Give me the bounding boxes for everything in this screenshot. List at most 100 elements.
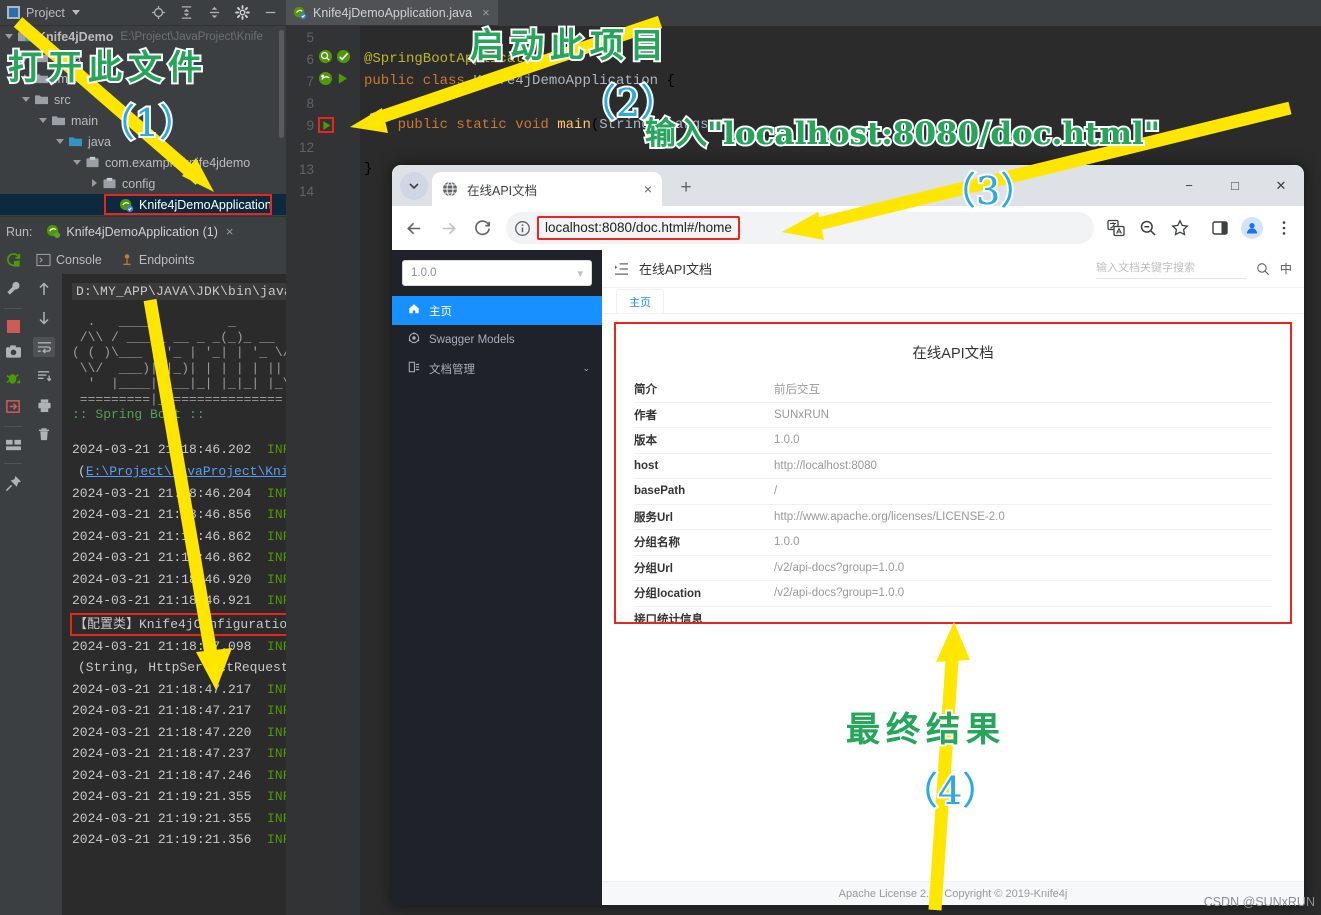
chevron-right-icon[interactable] xyxy=(89,178,100,189)
close-icon[interactable]: × xyxy=(226,224,234,239)
reload-button[interactable] xyxy=(466,212,498,244)
gutter-icons[interactable] xyxy=(314,117,360,133)
close-button[interactable]: ✕ xyxy=(1258,165,1304,206)
expand-all-icon[interactable] xyxy=(179,5,194,20)
api-info-label: 简介 xyxy=(634,384,657,397)
tab-console[interactable]: Console xyxy=(36,253,102,267)
run-icon[interactable] xyxy=(336,72,349,90)
chevron-down-icon[interactable] xyxy=(55,136,66,147)
gutter-line-5[interactable]: 5 xyxy=(286,26,360,48)
chevron-down-icon[interactable] xyxy=(4,31,15,42)
sidebar-item-home[interactable]: 主页 xyxy=(392,296,602,325)
spring-boot-label: :: Spring Boot :: xyxy=(72,407,205,422)
close-icon[interactable]: × xyxy=(644,181,652,197)
thread-dump-icon[interactable] xyxy=(5,398,22,415)
search-input[interactable]: 输入文档关键字搜索 xyxy=(1095,259,1246,279)
tree-item-knife4jdemo[interactable]: Knife4jDemo E:\Project\JavaProject\Knife xyxy=(0,26,286,47)
knife4j-content-tabs[interactable]: 主页 xyxy=(602,288,1304,314)
tree-item--mvn[interactable]: .mvn xyxy=(0,68,286,89)
bookmark-star-icon[interactable] xyxy=(1166,214,1194,242)
soft-wrap-icon[interactable] xyxy=(33,337,55,357)
stop-icon[interactable] xyxy=(6,320,20,333)
chevron-down-icon[interactable] xyxy=(21,94,32,105)
sidebar-item-文档管理[interactable]: 文档管理 ⌄ xyxy=(392,354,602,383)
layout-icon[interactable] xyxy=(5,438,22,452)
tree-item-java[interactable]: java xyxy=(0,131,286,152)
gutter-line-8[interactable]: 8 xyxy=(286,92,360,114)
collapse-all-icon[interactable] xyxy=(207,5,222,20)
editor-tab-knife4jdemoapplication[interactable]: Knife4jDemoApplication.java × xyxy=(286,0,498,26)
site-info-icon[interactable] xyxy=(514,220,531,237)
run-actions-strip[interactable] xyxy=(0,246,26,915)
clear-all-icon[interactable] xyxy=(33,424,55,444)
gutter-line-6[interactable]: 6 xyxy=(286,48,360,70)
sidebar-item-swagger-models[interactable]: Swagger Models xyxy=(392,325,602,354)
zoom-out-icon[interactable] xyxy=(1134,214,1162,242)
settings-gear-icon[interactable] xyxy=(235,5,250,20)
scroll-down-icon[interactable] xyxy=(33,308,55,328)
console-gutter-actions[interactable] xyxy=(26,274,62,915)
folder-icon xyxy=(51,114,66,127)
scroll-to-end-icon[interactable] xyxy=(33,366,55,386)
version-select[interactable]: 1.0.0 ▾ xyxy=(402,260,592,286)
rerun-icon[interactable] xyxy=(5,252,22,269)
chevron-down-icon[interactable] xyxy=(72,157,83,168)
side-panel-icon[interactable] xyxy=(1206,214,1234,242)
search-icon[interactable] xyxy=(1256,262,1270,276)
content-tab-home[interactable]: 主页 xyxy=(616,289,664,313)
gutter-line-14[interactable]: 14 xyxy=(286,180,360,202)
bean-icon[interactable] xyxy=(318,49,333,69)
gutter-icons[interactable] xyxy=(314,49,360,69)
tab-search-icon[interactable] xyxy=(400,172,428,200)
debug-icon[interactable] xyxy=(5,370,22,387)
forward-button[interactable] xyxy=(432,212,464,244)
list-menu-icon[interactable] xyxy=(614,262,629,276)
chrome-menu-icon[interactable] xyxy=(1270,214,1298,242)
maximize-button[interactable]: □ xyxy=(1212,165,1258,206)
chevron-down-icon[interactable] xyxy=(38,115,49,126)
run-main-icon-highlight-box[interactable] xyxy=(318,117,334,133)
translate-icon[interactable] xyxy=(1102,214,1130,242)
gutter-line-12[interactable]: 12 xyxy=(286,136,360,158)
tree-scrollbar[interactable] xyxy=(279,30,284,138)
run-icon[interactable] xyxy=(321,120,332,131)
back-button[interactable] xyxy=(398,212,430,244)
editor-gutter[interactable]: 5 6 7 8 9 12 13 14 xyxy=(286,26,360,915)
new-tab-button[interactable]: + xyxy=(672,174,700,202)
chevron-right-icon[interactable] xyxy=(21,73,32,84)
wrench-icon[interactable] xyxy=(5,280,22,297)
tree-item-src[interactable]: src xyxy=(0,89,286,110)
address-bar[interactable]: localhost:8080/doc.html#/home xyxy=(506,212,1094,244)
spring-check-icon[interactable] xyxy=(336,49,351,69)
pin-icon[interactable] xyxy=(5,475,22,492)
minimize-button[interactable]: − xyxy=(1166,165,1212,206)
tree-item--idea[interactable]: .idea xyxy=(0,47,286,68)
close-icon[interactable]: × xyxy=(482,5,490,20)
api-info-value: / xyxy=(774,485,778,498)
chevron-right-icon[interactable] xyxy=(21,52,32,63)
tree-item-main[interactable]: main xyxy=(0,110,286,131)
browser-tab[interactable]: 在线API文档 × xyxy=(432,172,662,206)
run-config-tab[interactable]: Knife4jDemoApplication (1) × xyxy=(46,224,233,239)
profile-avatar-icon[interactable] xyxy=(1238,214,1266,242)
log-timestamp: 2024-03-21 21:18:47.220 xyxy=(72,724,252,740)
locate-icon[interactable] xyxy=(151,5,166,20)
project-tree[interactable]: Knife4jDemo E:\Project\JavaProject\Knife.… xyxy=(0,26,286,216)
api-info-label: 接口统计信息 xyxy=(634,614,703,624)
gutter-icons[interactable] xyxy=(314,71,360,91)
spring-bean-icon[interactable] xyxy=(318,71,333,91)
gutter-line-13[interactable]: 13 xyxy=(286,158,360,180)
gutter-line-7[interactable]: 7 xyxy=(286,70,360,92)
editor-code[interactable]: @SpringBootApplication public class Knif… xyxy=(364,26,1321,180)
tab-endpoints[interactable]: Endpoints xyxy=(120,253,194,267)
minimize-icon[interactable] xyxy=(263,5,278,20)
ime-indicator[interactable]: 中 xyxy=(1280,260,1292,277)
tree-item-config[interactable]: config xyxy=(0,173,286,194)
chevron-down-icon[interactable] xyxy=(71,10,80,15)
camera-icon[interactable] xyxy=(5,344,22,359)
chevron-down-icon[interactable]: ⌄ xyxy=(582,363,590,374)
gutter-line-9[interactable]: 9 xyxy=(286,114,360,136)
scroll-up-icon[interactable] xyxy=(33,279,55,299)
tree-item-com-example-knife4jdemo[interactable]: com.example.knife4jdemo xyxy=(0,152,286,173)
print-icon[interactable] xyxy=(33,395,55,415)
